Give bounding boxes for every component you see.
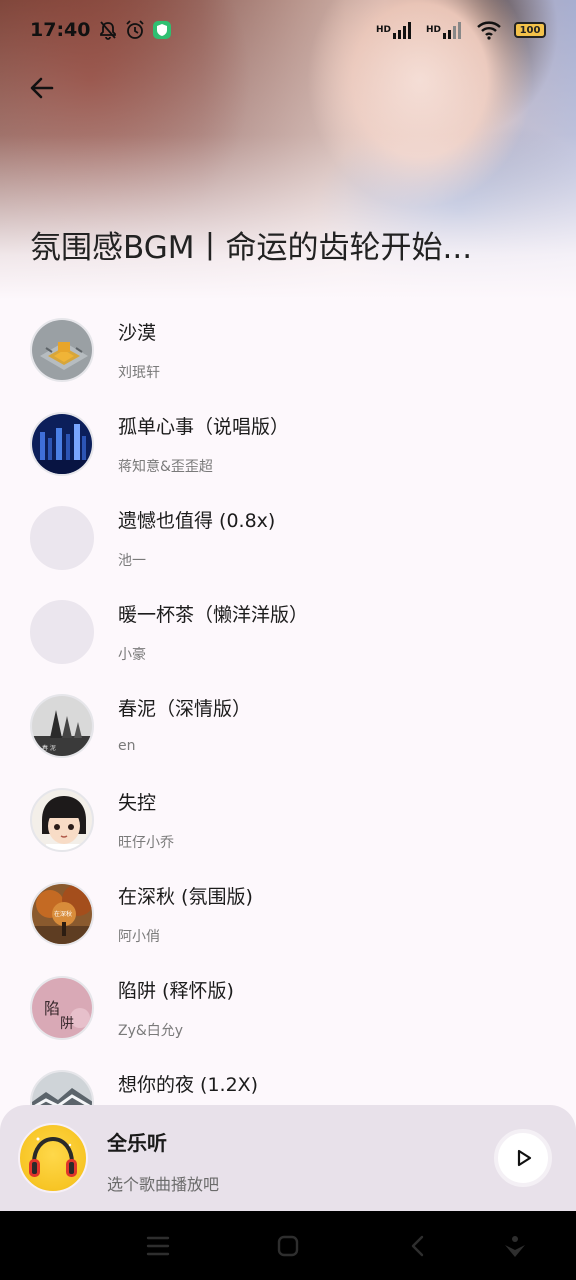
play-button[interactable] xyxy=(494,1129,552,1187)
song-cover xyxy=(30,318,94,382)
battery-icon: 100 xyxy=(514,22,546,38)
song-artist: 旺仔小乔 xyxy=(118,835,174,851)
shield-app-icon xyxy=(152,20,172,40)
song-artist: 蒋知意&歪歪超 xyxy=(118,459,213,475)
song-item[interactable]: 沙漠 刘珉轩 xyxy=(0,302,576,396)
svg-text:阱: 阱 xyxy=(60,1016,74,1032)
back-icon xyxy=(411,1235,424,1257)
svg-text:春 泥: 春 泥 xyxy=(42,744,56,752)
song-title: 陷阱 (释怀版) xyxy=(118,980,234,1002)
player-cover xyxy=(18,1123,88,1193)
song-artist: 刘珉轩 xyxy=(118,365,160,381)
playlist-title: 氛围感BGM丨命运的齿轮开始... xyxy=(30,230,473,266)
song-title: 春泥（深情版） xyxy=(118,698,252,720)
song-artist: Zy&白允y xyxy=(118,1023,184,1039)
alarm-icon xyxy=(124,19,146,41)
song-title: 失控 xyxy=(118,792,157,814)
song-cover: 在深秋 xyxy=(30,882,94,946)
song-cover: 春 泥 xyxy=(30,694,94,758)
song-title: 孤单心事（说唱版） xyxy=(118,416,290,438)
song-cover: 陷阱 xyxy=(30,976,94,1040)
song-artist: en xyxy=(118,738,136,754)
song-item[interactable]: 暖一杯茶（懒洋洋版） 小豪 xyxy=(0,584,576,678)
network-label-1: HD xyxy=(375,24,391,35)
wifi-icon xyxy=(476,20,502,40)
status-time: 17:40 xyxy=(30,19,91,41)
back-arrow-icon xyxy=(30,77,54,99)
song-artist: 小豪 xyxy=(118,647,146,663)
song-item[interactable]: 陷阱 陷阱 (释怀版) Zy&白允y xyxy=(0,960,576,1054)
song-cover xyxy=(30,600,94,664)
signal-icon-2: HD xyxy=(426,21,464,39)
play-icon xyxy=(517,1149,532,1167)
player-subtitle: 选个歌曲播放吧 xyxy=(107,1175,220,1194)
song-title: 沙漠 xyxy=(118,322,157,344)
song-cover xyxy=(30,506,94,570)
menu-nav-button[interactable] xyxy=(143,1231,173,1261)
song-item[interactable]: 孤单心事（说唱版） 蒋知意&歪歪超 xyxy=(0,396,576,490)
svg-text:在深秋: 在深秋 xyxy=(54,910,72,918)
back-button[interactable] xyxy=(22,70,62,106)
network-label-2: HD xyxy=(425,24,441,35)
assistant-icon xyxy=(505,1236,525,1257)
song-cover xyxy=(30,788,94,852)
song-artist: 池一 xyxy=(118,553,146,569)
song-artist: 阿小俏 xyxy=(118,929,160,945)
home-icon xyxy=(277,1235,299,1257)
status-bar: 17:40 HD HD 100 xyxy=(0,0,576,60)
song-title: 暖一杯茶（懒洋洋版） xyxy=(118,604,309,626)
signal-icon-1: HD xyxy=(376,21,414,39)
svg-text:陷: 陷 xyxy=(44,999,60,1018)
song-item[interactable]: 失控 旺仔小乔 xyxy=(0,772,576,866)
mini-player[interactable]: 全乐听 选个歌曲播放吧 xyxy=(0,1105,576,1211)
back-nav-button[interactable] xyxy=(403,1231,433,1261)
home-nav-button[interactable] xyxy=(273,1231,303,1261)
song-title: 想你的夜 (1.2X) xyxy=(118,1074,259,1096)
menu-icon xyxy=(146,1236,170,1256)
song-title: 遗憾也值得 (0.8x) xyxy=(118,510,276,532)
song-cover xyxy=(30,412,94,476)
system-nav-bar xyxy=(0,1211,576,1280)
mute-icon xyxy=(98,20,118,40)
song-item[interactable]: 在深秋 在深秋 (氛围版) 阿小俏 xyxy=(0,866,576,960)
player-title: 全乐听 xyxy=(107,1131,167,1155)
song-title: 在深秋 (氛围版) xyxy=(118,886,253,908)
assistant-nav-button[interactable] xyxy=(500,1231,530,1261)
song-item[interactable]: 遗憾也值得 (0.8x) 池一 xyxy=(0,490,576,584)
song-item[interactable]: 春 泥 春泥（深情版） en xyxy=(0,678,576,772)
